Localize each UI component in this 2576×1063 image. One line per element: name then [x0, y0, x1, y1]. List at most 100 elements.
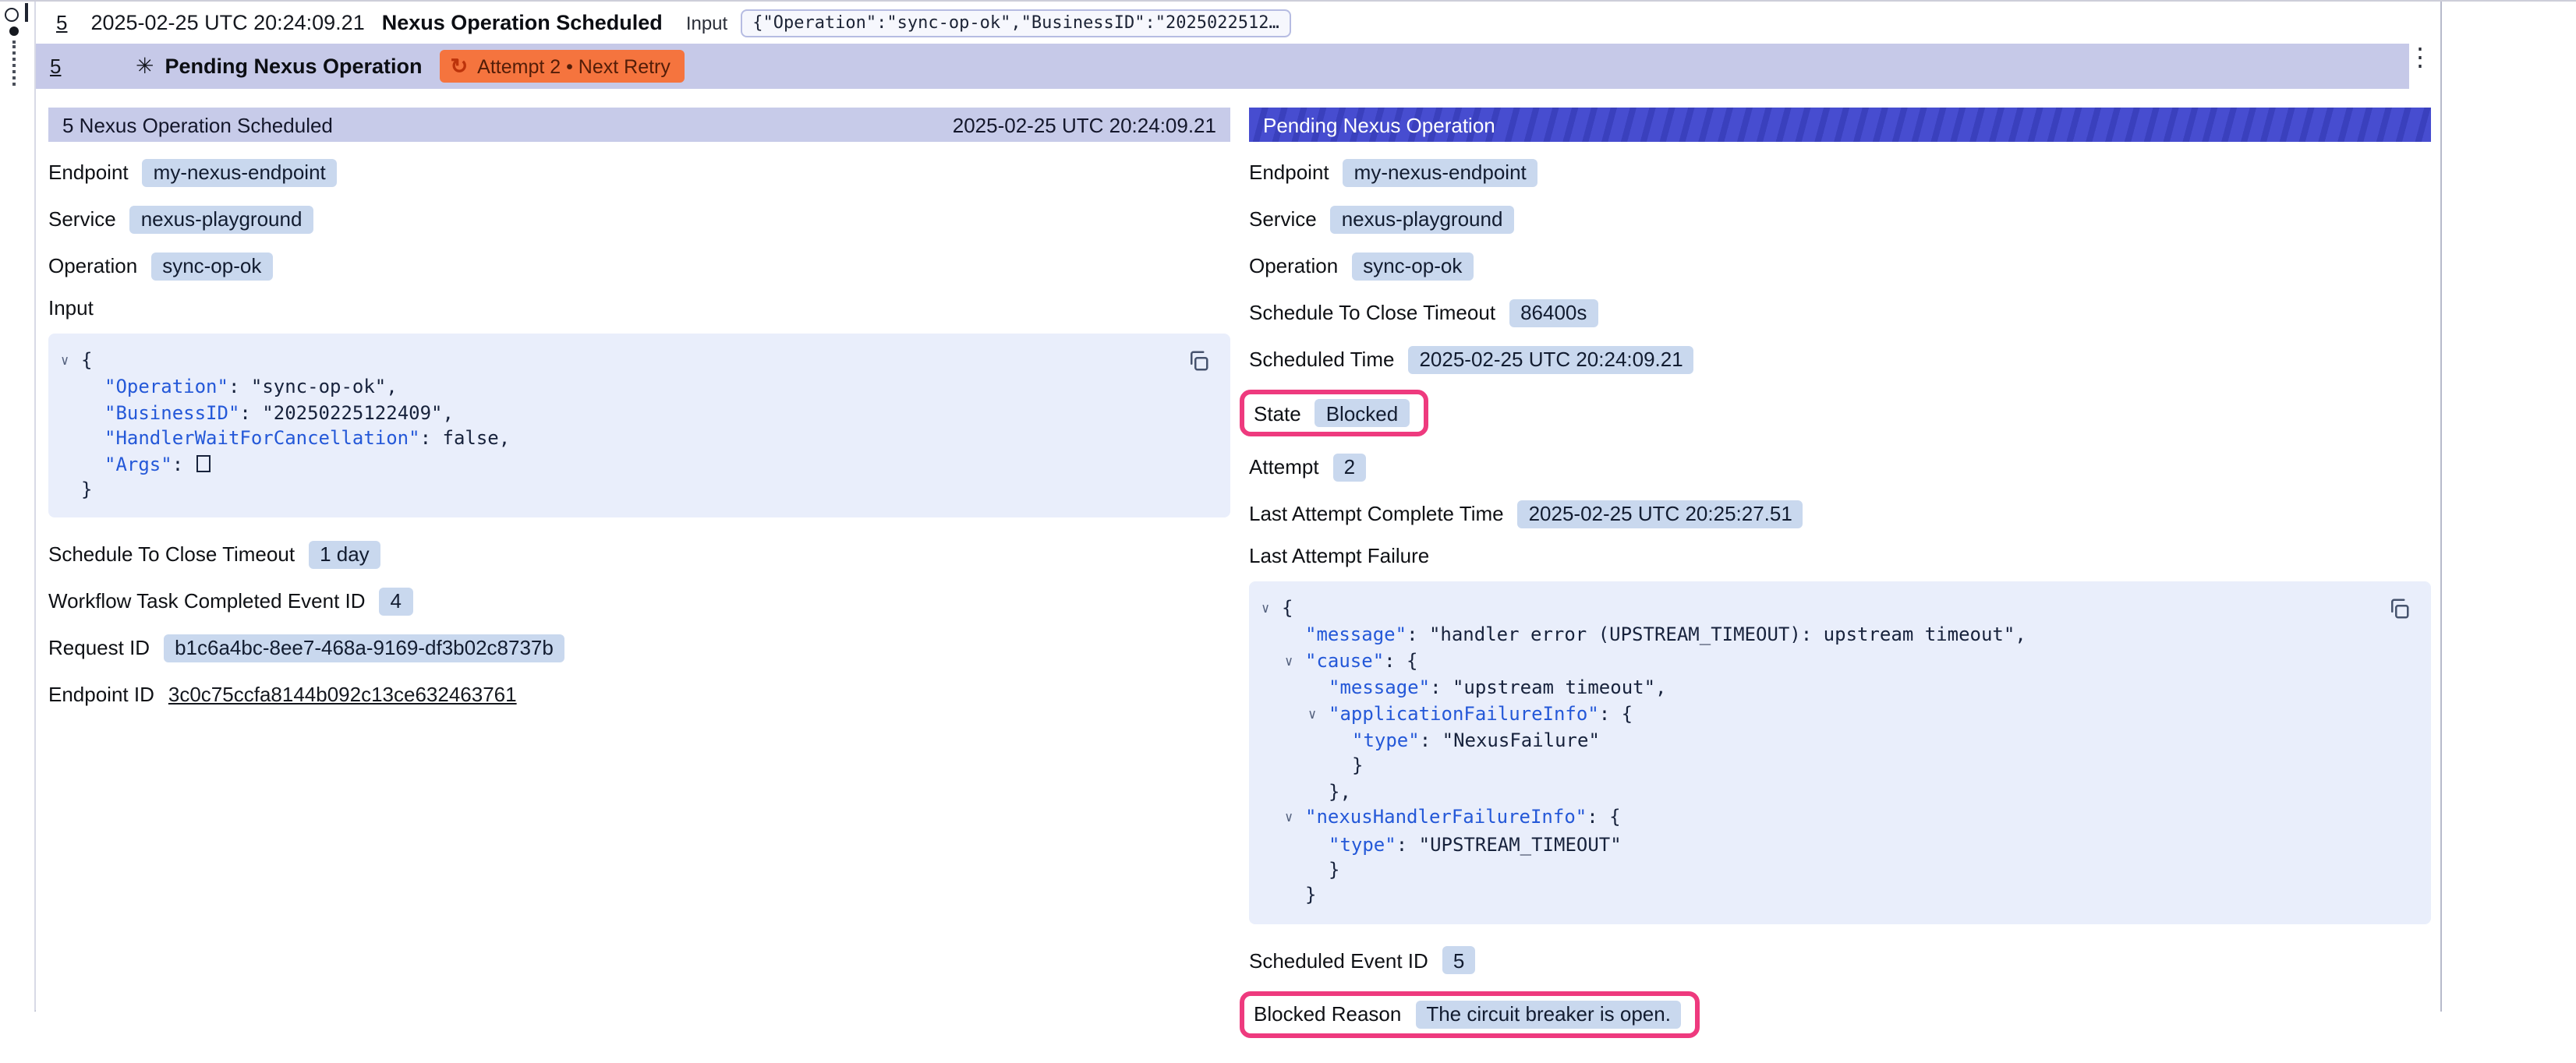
code-line: }	[1249, 857, 2384, 883]
scheduled-panel-timestamp: 2025-02-25 UTC 20:24:09.21	[953, 113, 1216, 136]
collapse-chevron-icon[interactable]: ∨	[1285, 807, 1305, 832]
collapse-chevron-icon[interactable]: ∨	[61, 349, 81, 375]
event-timestamp: 2025-02-25 UTC 20:24:09.21	[90, 11, 364, 34]
copy-button[interactable]	[2387, 594, 2415, 622]
json-text: : {	[1599, 702, 1633, 724]
code-line: }	[1249, 754, 2384, 779]
code-line: "Operation": "sync-op-ok",	[48, 375, 1184, 401]
input-section-label: Input	[48, 296, 1230, 320]
failure-json-viewer: ∨{"message": "handler error (UPSTREAM_TI…	[1249, 581, 2431, 924]
field-row: Request IDb1c6a4bc-8ee7-468a-9169-df3b02…	[48, 632, 1230, 665]
field-wrap: Workflow Task Completed Event ID 4	[48, 588, 412, 616]
retry-attempt-badge: ↻ Attempt 2 • Next Retry	[440, 50, 685, 83]
scheduled-event-panel: 5 Nexus Operation Scheduled 2025-02-25 U…	[48, 108, 1230, 999]
operation-value: sync-op-ok	[151, 252, 272, 280]
field-wrap: Operation sync-op-ok	[48, 252, 272, 280]
json-text: {	[81, 349, 92, 371]
collapse-chevron-icon[interactable]: ∨	[1308, 702, 1329, 728]
field-label: Operation	[1249, 254, 1338, 277]
field-wrap: Scheduled Time2025-02-25 UTC 20:24:09.21	[1249, 345, 1694, 373]
workflow-task-completed-event-id-value: 4	[380, 588, 412, 616]
json-key: "type"	[1352, 729, 1420, 751]
state-value: Blocked	[1315, 399, 1410, 427]
collapse-chevron-icon[interactable]: ∨	[1285, 650, 1305, 676]
json-text: : "UPSTREAM_TIMEOUT"	[1396, 833, 1622, 855]
code-line: }	[1249, 883, 2384, 909]
json-key: "nexusHandlerFailureInfo"	[1305, 807, 1587, 828]
code-line: "type": "UPSTREAM_TIMEOUT"	[1249, 832, 2384, 857]
pending-panel-header: Pending Nexus Operation	[1249, 108, 2431, 142]
copy-button[interactable]	[1187, 346, 1215, 374]
attempt-value: 2	[1333, 453, 1366, 481]
field-row: Schedule To Close Timeout86400s	[1249, 296, 2431, 329]
endpoint-value: my-nexus-endpoint	[143, 158, 337, 186]
field-wrap: Schedule To Close Timeout86400s	[1249, 298, 1598, 327]
field-row: Operation sync-op-ok	[48, 249, 1230, 282]
field-label: Workflow Task Completed Event ID	[48, 590, 366, 613]
json-text: {	[1282, 597, 1293, 619]
field-row: Schedule To Close Timeout1 day	[48, 539, 1230, 571]
operation-value: sync-op-ok	[1352, 252, 1473, 280]
input-json-code: ∨{ "Operation": "sync-op-ok","BusinessID"…	[48, 348, 1184, 503]
timeline-dot-icon[interactable]	[9, 26, 19, 36]
pending-nexus-operation-row[interactable]: 5 ✳ Pending Nexus Operation ↻ Attempt 2 …	[36, 44, 2409, 89]
code-line: "Args":	[48, 451, 1184, 477]
field-label: Attempt	[1249, 455, 1319, 479]
last-attempt-complete-time-value: 2025-02-25 UTC 20:25:27.51	[1518, 500, 1803, 528]
json-text: : {	[1587, 807, 1620, 828]
json-text: : "upstream timeout",	[1430, 676, 1666, 698]
pending-fields-top: Endpointmy-nexus-endpointServicenexus-pl…	[1249, 156, 2431, 530]
field-row: Endpoint ID3c0c75ccfa8144b092c13ce632463…	[48, 679, 1230, 712]
code-line: ∨"applicationFailureInfo": {	[1249, 701, 2384, 728]
timeline-tick	[25, 3, 27, 22]
event-row-nexus-operation-scheduled[interactable]: 5 2025-02-25 UTC 20:24:09.21 Nexus Opera…	[36, 2, 2440, 44]
last-attempt-failure-label: Last Attempt Failure	[1249, 544, 2431, 567]
scheduled-panel-title: 5 Nexus Operation Scheduled	[62, 113, 333, 136]
more-options-icon[interactable]: ⋮	[2408, 45, 2433, 72]
scheduled-panel-header: 5 Nexus Operation Scheduled 2025-02-25 U…	[48, 108, 1230, 142]
retry-badge-label: Attempt 2 • Next Retry	[477, 55, 671, 77]
scheduled-time-value: 2025-02-25 UTC 20:24:09.21	[1408, 345, 1693, 373]
collapse-chevron-icon[interactable]: ∨	[1261, 597, 1282, 623]
field-label: Endpoint	[1249, 161, 1329, 184]
json-text: },	[1329, 781, 1351, 803]
annotation-highlight-box: StateBlocked	[1240, 390, 1428, 436]
json-text: :	[172, 453, 195, 475]
input-json-viewer: ∨{ "Operation": "sync-op-ok","BusinessID"…	[48, 334, 1230, 518]
code-line: "message": "upstream timeout",	[1249, 675, 2384, 701]
field-label: Endpoint	[48, 161, 129, 184]
scheduled-fields-bottom: Schedule To Close Timeout1 day Workflow T…	[48, 539, 1230, 712]
copy-icon	[1187, 348, 1210, 372]
field-row: Attempt 2	[1249, 450, 2431, 483]
json-key: "type"	[1329, 833, 1396, 855]
json-text: : "NexusFailure"	[1420, 729, 1600, 751]
field-wrap: Attempt 2	[1249, 453, 1366, 481]
field-row: Last Attempt Complete Time2025-02-25 UTC…	[1249, 497, 2431, 530]
field-label: Blocked Reason	[1254, 1003, 1401, 1026]
code-line: "BusinessID": "20250225122409",	[48, 401, 1184, 426]
field-row: Workflow Task Completed Event ID 4	[48, 585, 1230, 618]
schedule-to-close-timeout-value: 86400s	[1509, 298, 1598, 327]
field-label: Operation	[48, 254, 137, 277]
endpoint-id-link[interactable]: 3c0c75ccfa8144b092c13ce632463761	[168, 683, 517, 707]
code-line: }	[48, 477, 1184, 503]
field-row: Scheduled Time2025-02-25 UTC 20:24:09.21	[1249, 343, 2431, 376]
timeline-open-node-icon[interactable]	[5, 8, 19, 22]
pending-operation-panel: Pending Nexus Operation Endpointmy-nexus…	[1249, 108, 2431, 999]
service-value: nexus-playground	[130, 205, 313, 233]
nexus-asterisk-icon: ✳	[136, 53, 154, 79]
field-row: Scheduled Event ID5	[1249, 945, 2431, 977]
event-id-link[interactable]: 5	[56, 11, 67, 34]
field-row: Servicenexus-playground	[48, 203, 1230, 235]
code-line: "type": "NexusFailure"	[1249, 728, 2384, 754]
json-text: : "handler error (UPSTREAM_TIMEOUT): ups…	[1407, 624, 2026, 646]
code-line: "message": "handler error (UPSTREAM_TIME…	[1249, 623, 2384, 648]
pending-event-id-link[interactable]: 5	[50, 55, 136, 78]
timeline-connector	[12, 41, 16, 86]
json-key: "Operation"	[104, 376, 228, 398]
event-input-preview-chip[interactable]: {"Operation":"sync-op-ok","BusinessID":"…	[740, 9, 1292, 37]
retry-icon: ↻	[451, 56, 469, 77]
request-id-value: b1c6a4bc-8ee7-468a-9169-df3b02c8737b	[164, 634, 564, 662]
field-wrap: Scheduled Event ID5	[1249, 947, 1475, 975]
json-text: }	[1352, 755, 1363, 777]
